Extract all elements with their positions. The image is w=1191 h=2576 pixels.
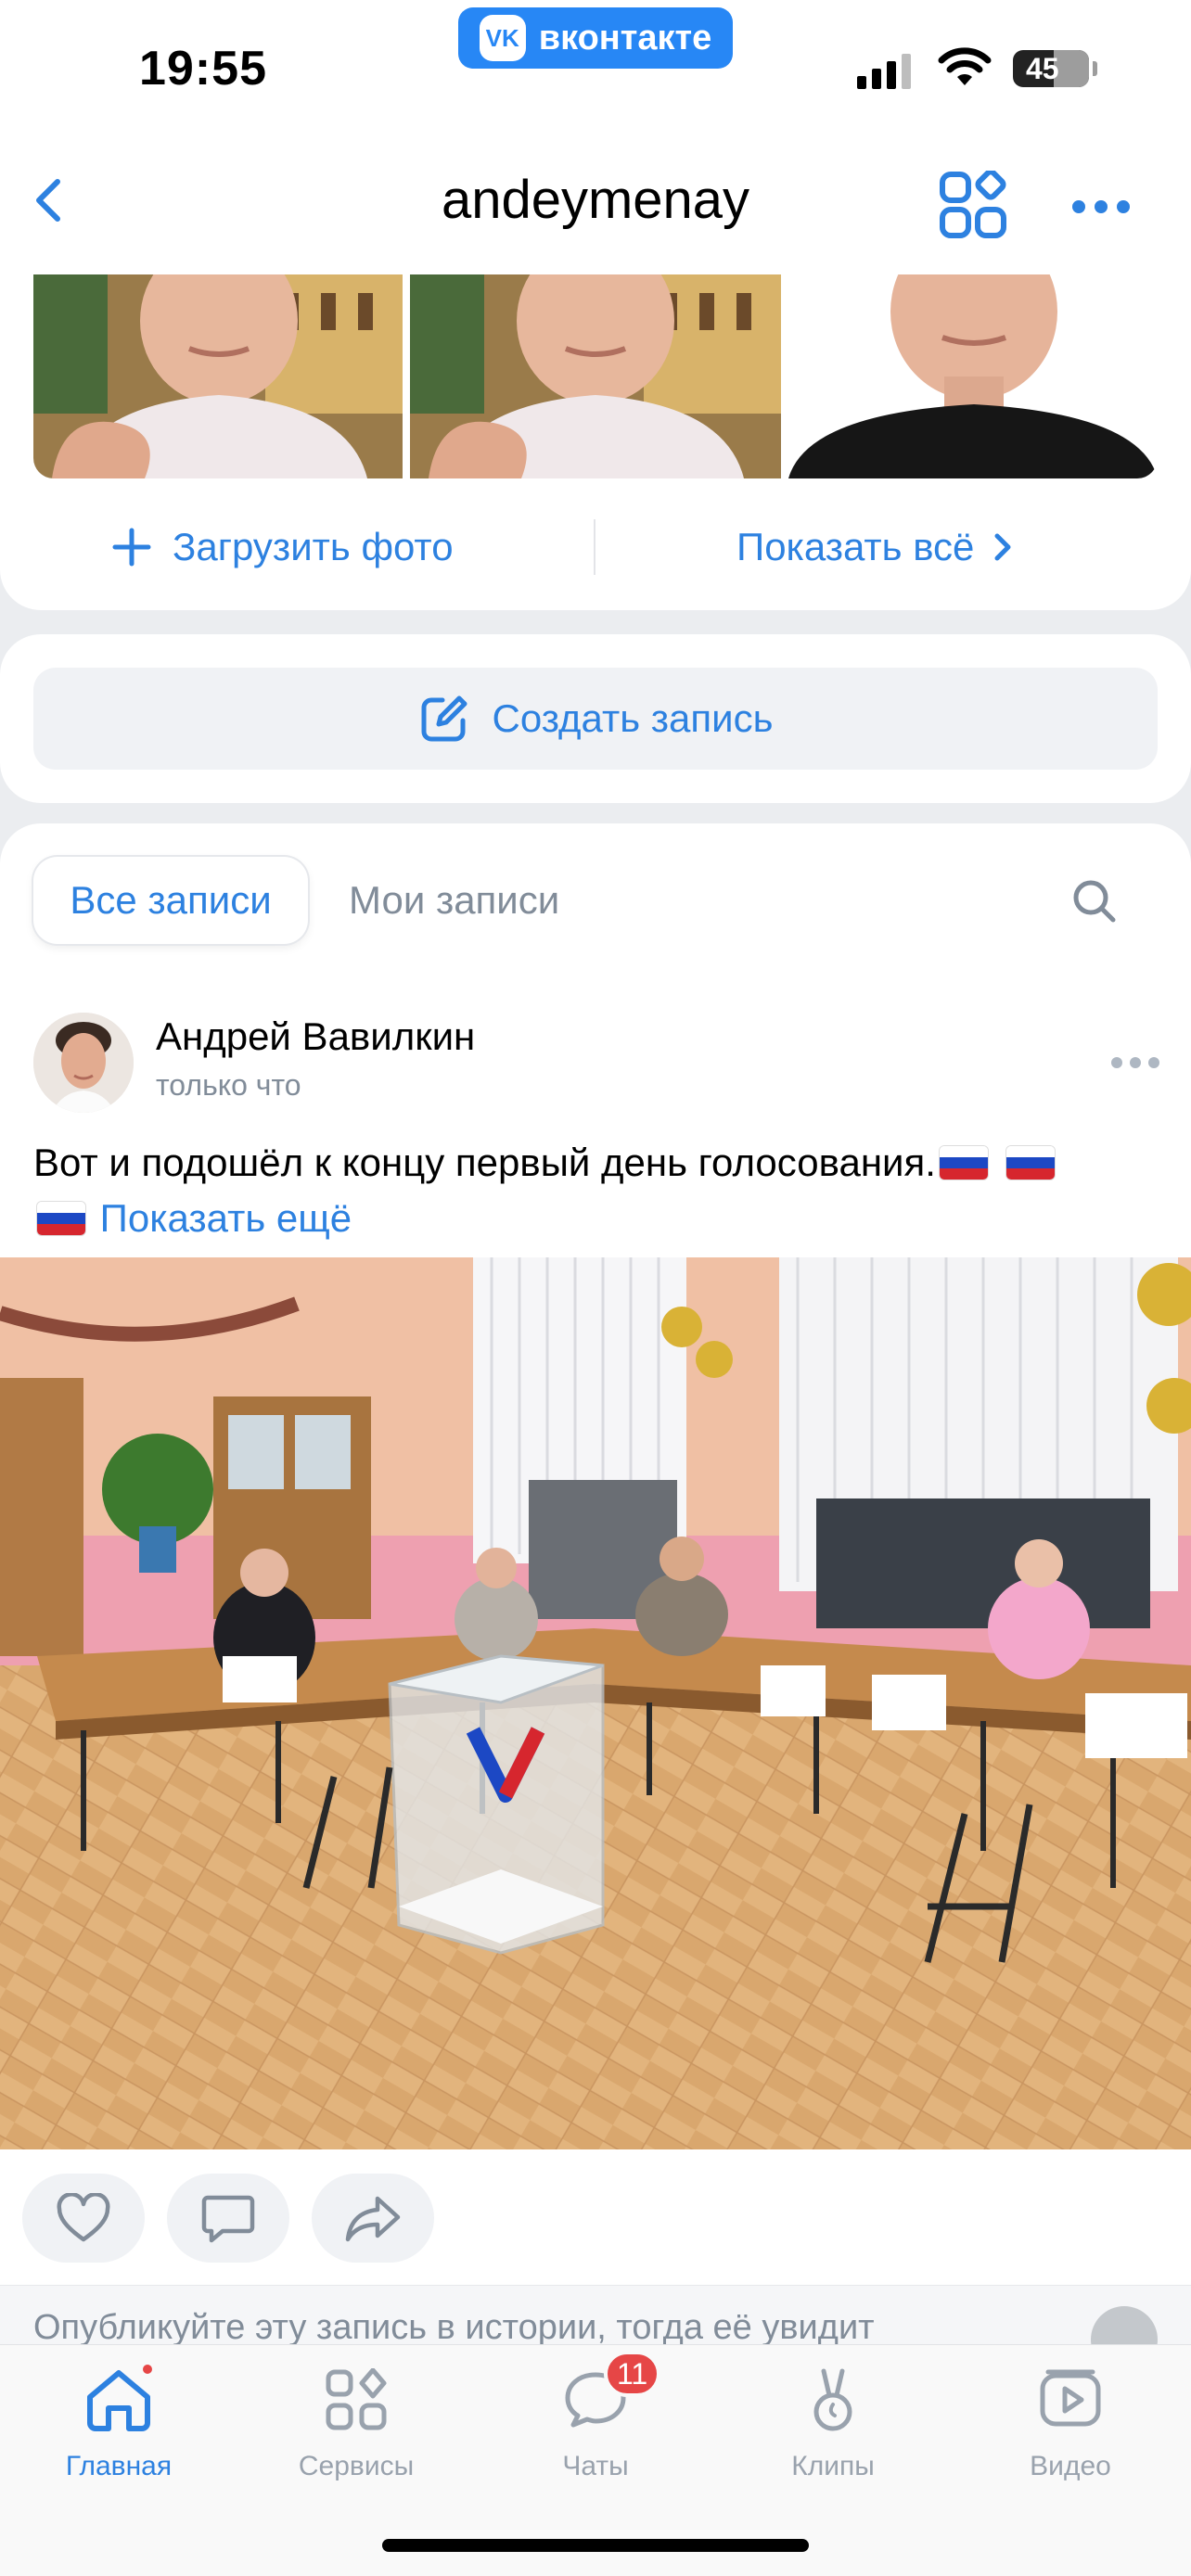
divider xyxy=(594,519,596,575)
tab-clips-label: Клипы xyxy=(791,2451,875,2481)
vk-app-badge-label: вконтакте xyxy=(538,18,712,57)
tab-chats-label: Чаты xyxy=(562,2451,629,2481)
tab-services-label: Сервисы xyxy=(298,2451,415,2481)
share-button[interactable] xyxy=(312,2174,434,2263)
unread-badge: 11 xyxy=(604,2351,661,2397)
video-icon xyxy=(1040,2369,1101,2427)
page-title: andeymenay xyxy=(441,170,750,230)
comment-icon xyxy=(201,2195,255,2243)
photo-actions: Загрузить фото Показать всё xyxy=(0,514,1191,580)
status-time: 19:55 xyxy=(139,42,267,96)
create-post-section: Создать запись xyxy=(0,634,1191,803)
tab-video[interactable]: Видео xyxy=(978,2358,1163,2482)
post-time: только что xyxy=(156,1068,301,1102)
plus-icon xyxy=(112,528,151,567)
wall-feed: Все записи Мои записи Андрей Вавилкин то… xyxy=(0,823,1191,2344)
home-indicator[interactable] xyxy=(382,2539,809,2552)
russia-flag-icon xyxy=(1005,1146,1055,1180)
story-suggestion: Опубликуйте эту запись в истории, тогда … xyxy=(0,2285,1191,2344)
profile-photo-2[interactable] xyxy=(410,274,781,478)
search-icon[interactable] xyxy=(1070,877,1119,925)
close-icon[interactable] xyxy=(1091,2306,1158,2344)
vk-app-badge[interactable]: VK вконтакте xyxy=(458,7,733,69)
qr-code-icon[interactable] xyxy=(939,171,1007,239)
battery-level: 45 xyxy=(1026,51,1059,85)
edit-icon xyxy=(421,695,467,742)
upload-photo-button[interactable]: Загрузить фото xyxy=(111,514,454,580)
russia-flag-icon xyxy=(37,1202,85,1235)
post-text: Вот и подошёл к концу первый день голосо… xyxy=(33,1135,1158,1246)
tab-chats[interactable]: 11 Чаты xyxy=(503,2351,688,2482)
show-all-photos-button[interactable]: Показать всё xyxy=(736,514,1013,580)
like-button[interactable] xyxy=(22,2174,145,2263)
more-options-icon[interactable] xyxy=(1072,200,1130,213)
russia-flag-icon xyxy=(939,1146,988,1180)
clips-icon xyxy=(813,2368,852,2431)
heart-icon xyxy=(57,2193,110,2242)
tab-my-posts[interactable]: Мои записи xyxy=(349,857,559,944)
tab-all-posts[interactable]: Все записи xyxy=(33,857,308,944)
create-post-button[interactable]: Создать запись xyxy=(33,668,1158,770)
nav-bar: andeymenay xyxy=(0,130,1191,274)
story-suggestion-text: Опубликуйте эту запись в истории, тогда … xyxy=(33,2308,875,2344)
services-icon xyxy=(326,2368,387,2430)
post-more-icon[interactable] xyxy=(1111,1057,1159,1068)
show-all-label: Показать всё xyxy=(736,525,975,568)
tab-home[interactable]: Главная xyxy=(26,2358,211,2482)
profile-photo-3[interactable] xyxy=(788,274,1158,478)
battery-icon: 45 xyxy=(1013,50,1089,87)
post-author[interactable]: Андрей Вавилкин xyxy=(156,1014,475,1059)
tab-services[interactable]: Сервисы xyxy=(263,2358,449,2482)
avatar[interactable] xyxy=(33,1013,134,1113)
chevron-right-icon xyxy=(994,533,1011,561)
comment-button[interactable] xyxy=(167,2174,289,2263)
show-more-link[interactable]: Показать ещё xyxy=(100,1196,352,1240)
create-post-label: Создать запись xyxy=(492,696,774,740)
home-icon xyxy=(87,2370,150,2431)
tab-video-label: Видео xyxy=(1030,2451,1111,2481)
notification-dot xyxy=(140,2362,155,2377)
share-icon xyxy=(345,2196,401,2242)
photos-section: Загрузить фото Показать всё xyxy=(0,274,1191,610)
status-bar: 19:55 VK вконтакте 45 xyxy=(0,0,1191,130)
tab-home-label: Главная xyxy=(65,2451,173,2481)
cellular-signal-icon xyxy=(857,52,911,89)
post-body: Вот и подошёл к концу первый день голосо… xyxy=(33,1141,936,1184)
upload-photo-label: Загрузить фото xyxy=(173,525,454,568)
post-photo[interactable] xyxy=(0,1257,1191,2149)
post-actions xyxy=(22,2174,434,2263)
tab-clips[interactable]: Клипы xyxy=(740,2358,926,2482)
wifi-icon xyxy=(938,47,992,85)
vk-logo-icon: VK xyxy=(479,15,526,61)
profile-photo-1[interactable] xyxy=(33,274,403,478)
